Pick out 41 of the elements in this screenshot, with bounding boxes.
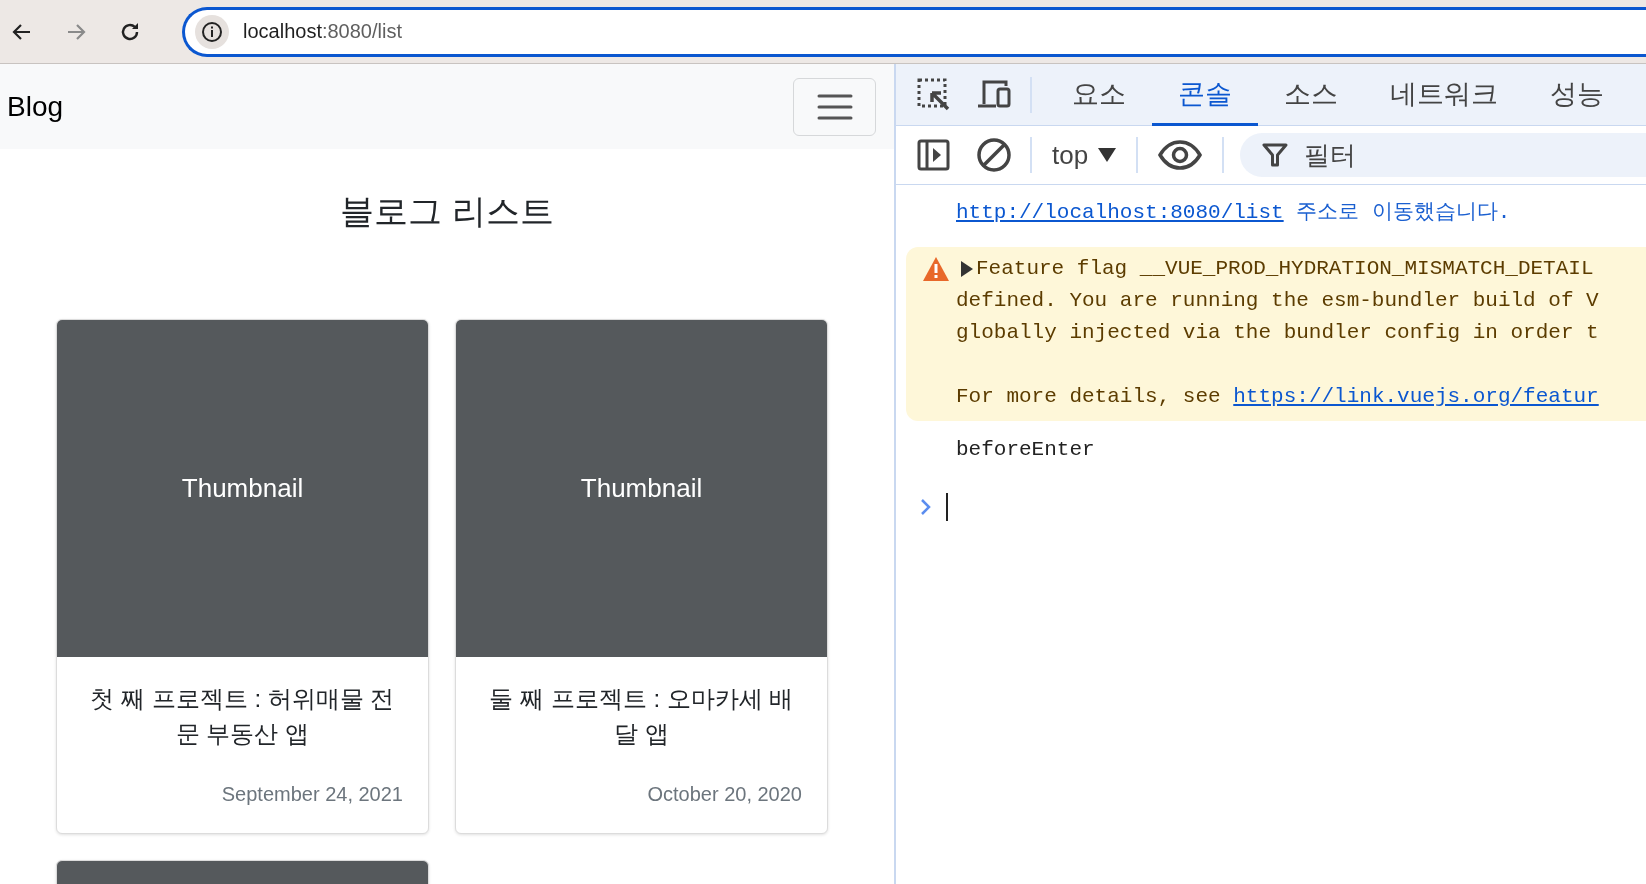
caret-right-icon[interactable] xyxy=(960,261,974,277)
card-title: 둘 째 프로젝트 : 오마카세 배달 앱 xyxy=(488,684,795,749)
devtools-tab[interactable]: 네트워크 xyxy=(1364,64,1524,126)
filter-bar[interactable]: 필터 xyxy=(1240,133,1646,177)
thumbnail-label: Thumbnail xyxy=(580,473,703,504)
console-link[interactable]: http://localhost:8080/list xyxy=(956,201,1284,224)
blog-card[interactable]: Thumbnail 첫 째 프로젝트 : 허위매물 전문 부동산 앱 September 24, 2021 xyxy=(56,319,429,834)
clear-icon[interactable] xyxy=(976,137,1012,173)
warning-text: For more details, see xyxy=(956,384,1221,410)
warning-text: defined. You are running the esm-bundler build of V xyxy=(956,288,1599,314)
devtools-tab[interactable]: 성능 xyxy=(1524,64,1630,126)
url-host: localhost xyxy=(243,20,322,43)
menu-icon xyxy=(816,92,853,121)
devtools-tab[interactable]: 요소 xyxy=(1046,64,1152,126)
address-bar[interactable]: localhost:8080/list xyxy=(182,6,1646,57)
context-dropdown[interactable]: top xyxy=(1032,139,1137,171)
warning-text: Feature flag __VUE_PROD_HYDRATION_MISMATCH_DETAIL xyxy=(976,256,1594,282)
brand-title[interactable]: Blog xyxy=(7,90,64,123)
blog-card[interactable]: Thumbnail 둘 째 프로젝트 : 오마카세 배달 앱 October 20, 2020 xyxy=(455,319,828,834)
filter-icon xyxy=(1262,142,1289,168)
caret-down-icon xyxy=(1098,148,1117,162)
thumbnail-label: Thumbnail xyxy=(181,473,304,504)
console-link[interactable]: https://link.vuejs.org/featur xyxy=(1233,381,1599,413)
devtools-tab[interactable]: 콘솔 xyxy=(1152,64,1258,126)
log-message: beforeEnter xyxy=(956,438,1095,461)
warning-icon xyxy=(922,256,950,282)
card-title: 첫 째 프로젝트 : 허위매물 전문 부동산 앱 xyxy=(89,684,396,749)
prompt-icon xyxy=(920,498,932,516)
navigation-message: 주소로 이동했습니다. xyxy=(1296,201,1511,224)
url-path: :8080/list xyxy=(321,20,402,43)
card-date: September 24, 2021 xyxy=(220,783,404,807)
warning-text: globally injected via the bundler config in order t xyxy=(956,320,1599,346)
menu-toggle-button[interactable] xyxy=(793,77,876,136)
info-icon[interactable] xyxy=(195,14,229,49)
eye-icon[interactable] xyxy=(1158,137,1203,173)
devtools-tab[interactable]: 소스 xyxy=(1258,64,1364,126)
inspect-icon[interactable] xyxy=(916,76,952,113)
filter-field[interactable]: 필터 xyxy=(1302,138,1507,172)
card-date: October 20, 2020 xyxy=(646,783,803,807)
sidebar-icon[interactable] xyxy=(916,137,952,173)
page-heading: 블로그 리스트 xyxy=(340,191,554,232)
